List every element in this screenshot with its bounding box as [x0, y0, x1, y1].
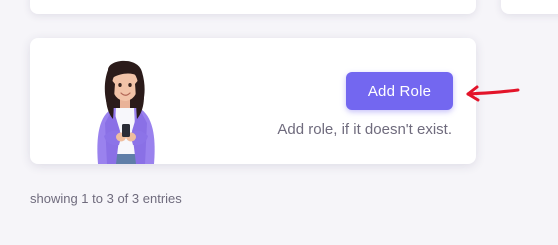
- role-card: [30, 0, 476, 14]
- role-card: [501, 0, 558, 14]
- table-entries-info: showing 1 to 3 of 3 entries: [30, 191, 182, 206]
- add-role-card: Add Role Add role, if it doesn't exist.: [30, 38, 476, 164]
- add-role-hint: Add role, if it doesn't exist.: [277, 121, 452, 138]
- red-arrow-icon: [466, 85, 520, 102]
- person-with-phone-illustration: [97, 60, 155, 164]
- roles-page: Add Role Add role, if it doesn't exist. …: [0, 0, 558, 245]
- add-role-button[interactable]: Add Role: [346, 72, 453, 110]
